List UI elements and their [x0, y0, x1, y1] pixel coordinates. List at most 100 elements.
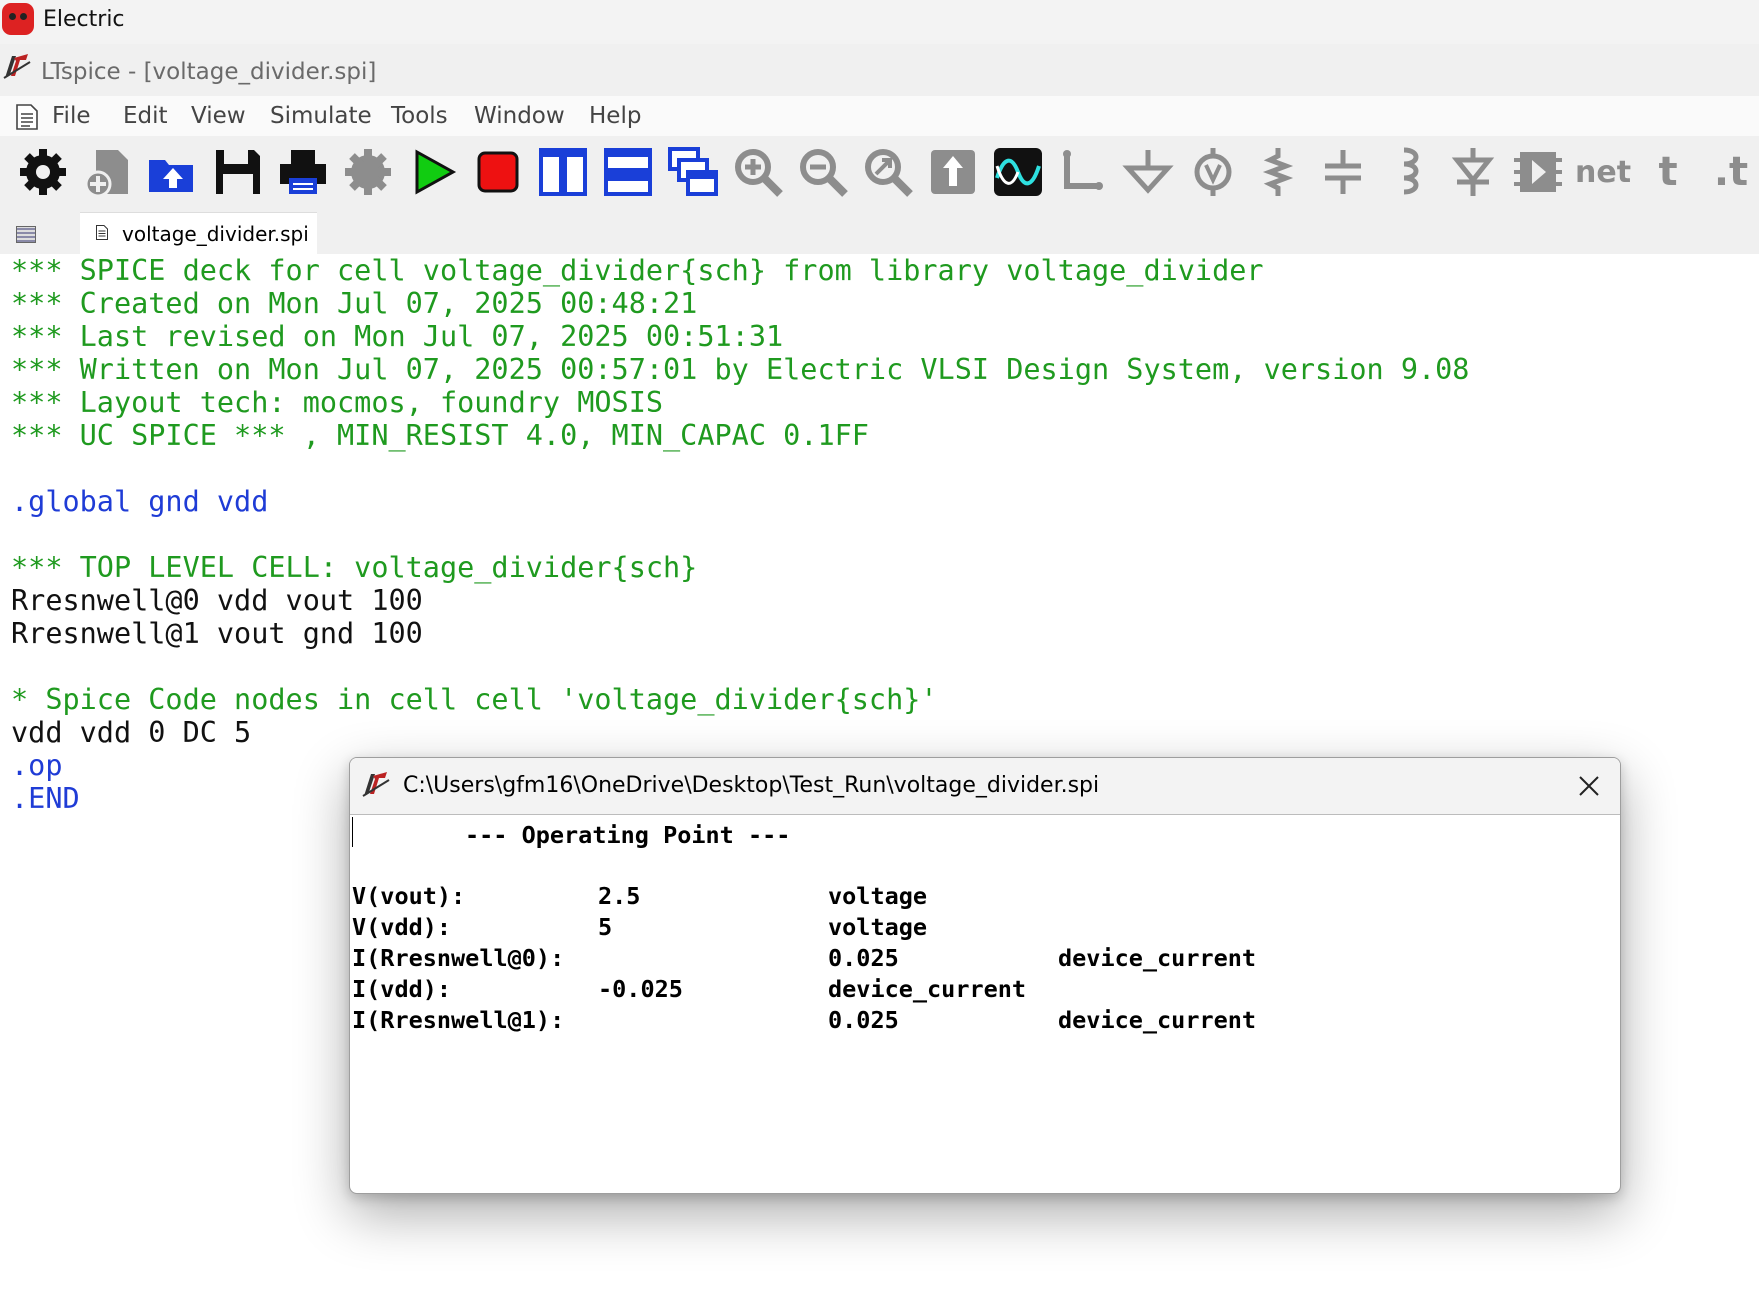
print-icon — [280, 150, 326, 194]
op-header: --- Operating Point --- — [465, 821, 791, 849]
close-icon — [1579, 776, 1599, 796]
toolbar: net t .t — [0, 136, 1759, 212]
dialog-title: C:\Users\gfm16\OneDrive\Desktop\Test_Run… — [403, 773, 1100, 798]
op-row-value: 5 — [598, 913, 613, 941]
op-row-value: -0.025 — [598, 975, 683, 1003]
zoom-out-button[interactable] — [795, 144, 851, 200]
gear-disabled-icon — [345, 149, 391, 195]
dialog-titlebar[interactable]: C:\Users\gfm16\OneDrive\Desktop\Test_Run… — [350, 758, 1620, 815]
op-row-type: voltage — [828, 882, 928, 910]
op-row-type: device_current — [1058, 1006, 1257, 1034]
text-icon: t — [1658, 149, 1678, 195]
tile-vertical-button[interactable] — [535, 144, 591, 200]
op-row-name: I(vdd): — [352, 975, 452, 1003]
voltage-source-icon — [1194, 148, 1232, 196]
netlist-line: *** SPICE deck for cell voltage_divider{… — [11, 254, 1264, 287]
control-panel-button — [340, 144, 396, 200]
op-row-value: 0.025 — [828, 944, 899, 972]
zoom-fit-icon — [865, 149, 913, 197]
menu-view[interactable]: View — [191, 103, 246, 129]
stop-button[interactable] — [470, 144, 526, 200]
netlist-line: *** Written on Mon Jul 07, 2025 00:57:01… — [11, 353, 1470, 386]
cascade-windows-button[interactable] — [665, 144, 721, 200]
waveform-button[interactable] — [990, 144, 1046, 200]
menu-help[interactable]: Help — [589, 103, 641, 129]
electric-host-titlebar: Electric — [0, 0, 1759, 44]
netlist-line: .op — [11, 749, 63, 782]
component-icon — [1514, 152, 1562, 192]
zoom-in-button[interactable] — [730, 144, 786, 200]
menu-edit[interactable]: Edit — [123, 103, 168, 129]
ltspice-logo-icon — [3, 54, 31, 79]
op-row-type: device_current — [1058, 944, 1257, 972]
cascade-windows-icon — [668, 147, 718, 196]
netlist-line: Rresnwell@1 vout gnd 100 — [11, 617, 423, 650]
tile-horizontal-button[interactable] — [600, 144, 656, 200]
capacitor-icon — [1325, 150, 1361, 194]
netlist-line: *** TOP LEVEL CELL: voltage_divider{sch} — [11, 551, 698, 584]
operating-point-dialog: C:\Users\gfm16\OneDrive\Desktop\Test_Run… — [349, 757, 1621, 1194]
ground-button[interactable] — [1120, 144, 1176, 200]
text-button[interactable]: t — [1640, 144, 1696, 200]
net-label-button[interactable]: net — [1575, 144, 1631, 200]
voltage-source-button[interactable] — [1185, 144, 1241, 200]
op-row-type: device_current — [828, 975, 1027, 1003]
zoom-out-icon — [800, 149, 848, 197]
pan-button[interactable] — [925, 144, 981, 200]
open-file-icon — [149, 160, 193, 192]
op-row-value: 0.025 — [828, 1006, 899, 1034]
new-file-button[interactable] — [80, 144, 136, 200]
tab-voltage-divider-spi[interactable]: voltage_divider.spi — [80, 212, 317, 255]
menu-bar: File Edit View Simulate Tools Window Hel… — [0, 96, 1759, 136]
netlist-line: *** Layout tech: mocmos, foundry MOSIS — [11, 386, 664, 419]
menu-window[interactable]: Window — [474, 103, 565, 129]
save-icon — [216, 150, 260, 194]
ltspice-titlebar: LTspice - [voltage_divider.spi] — [0, 44, 1759, 96]
schematic-thumbnail-icon[interactable] — [16, 226, 36, 243]
op-row-name: I(Rresnwell@1): — [352, 1006, 565, 1034]
draw-wire-icon — [1063, 150, 1103, 190]
stop-icon — [477, 151, 519, 193]
text-cursor — [352, 817, 353, 847]
tab-label: voltage_divider.spi — [122, 222, 309, 246]
netlist-line: *** Last revised on Mon Jul 07, 2025 00:… — [11, 320, 784, 353]
run-button[interactable] — [405, 144, 461, 200]
inductor-icon — [1403, 147, 1419, 195]
net-label-icon: net — [1574, 154, 1632, 190]
print-button[interactable] — [275, 144, 331, 200]
zoom-fit-button[interactable] — [860, 144, 916, 200]
file-icon — [96, 225, 108, 240]
open-file-button[interactable] — [145, 144, 201, 200]
netlist-line: Rresnwell@0 vdd vout 100 — [11, 584, 423, 617]
op-row-type: voltage — [828, 913, 928, 941]
close-button[interactable] — [1569, 766, 1609, 806]
menu-simulate[interactable]: Simulate — [270, 103, 372, 129]
netlist-line: .END — [11, 782, 80, 815]
diode-icon — [1451, 148, 1495, 196]
component-button[interactable] — [1510, 144, 1566, 200]
new-file-icon — [84, 150, 128, 198]
resistor-icon — [1262, 148, 1294, 196]
save-button[interactable] — [210, 144, 266, 200]
inductor-button[interactable] — [1380, 144, 1436, 200]
spice-directive-button[interactable]: .t — [1703, 144, 1759, 200]
resistor-button[interactable] — [1250, 144, 1306, 200]
netlist-line: *** UC SPICE *** , MIN_RESIST 4.0, MIN_C… — [11, 419, 869, 452]
settings-button[interactable] — [15, 144, 71, 200]
document-menu-icon[interactable] — [16, 104, 38, 130]
run-icon — [415, 149, 457, 195]
spice-directive-icon: .t — [1713, 149, 1749, 195]
window-title: LTspice - [voltage_divider.spi] — [41, 59, 377, 85]
capacitor-button[interactable] — [1315, 144, 1371, 200]
operating-point-output[interactable]: --- Operating Point --- V(vout): 2.5 vol… — [350, 815, 1620, 1193]
op-row-name: V(vout): — [352, 882, 466, 910]
waveform-icon — [994, 148, 1042, 196]
diode-button[interactable] — [1445, 144, 1501, 200]
settings-icon — [20, 149, 66, 195]
op-row-value: 2.5 — [598, 882, 641, 910]
netlist-line: .global gnd vdd — [11, 485, 269, 518]
menu-file[interactable]: File — [52, 103, 91, 129]
menu-tools[interactable]: Tools — [391, 103, 448, 129]
draw-wire-button[interactable] — [1055, 144, 1111, 200]
tile-horizontal-icon — [604, 148, 652, 196]
